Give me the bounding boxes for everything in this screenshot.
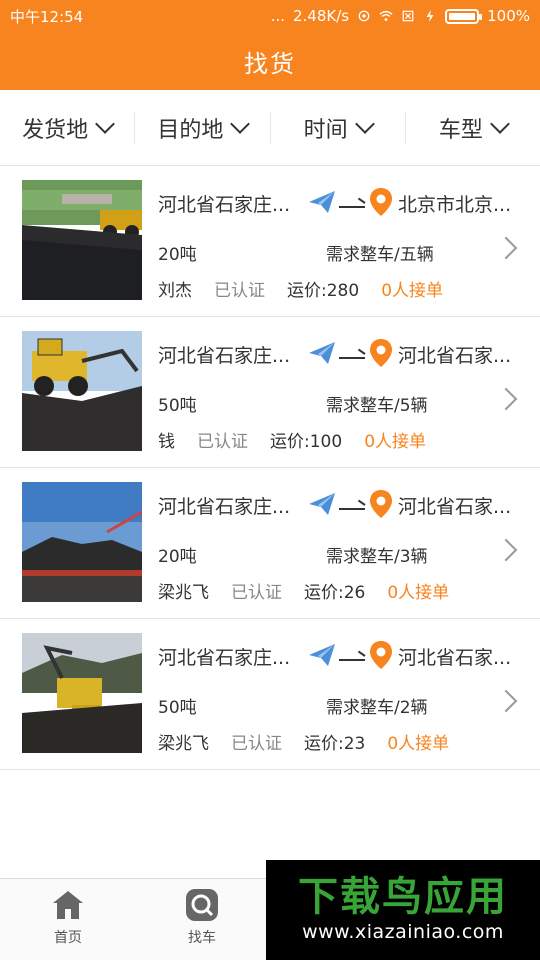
paper-plane-icon bbox=[309, 493, 335, 515]
location-pin-icon bbox=[370, 641, 392, 669]
cargo-weight: 50吨 bbox=[158, 396, 197, 416]
alarm-icon bbox=[358, 10, 370, 22]
watermark-logo: 下载鸟应用 www.xiazainiao.com bbox=[266, 860, 540, 960]
cargo-list-item[interactable]: 河北省石家庄... 河北省石家... 20吨 需求整车/3辆 梁兆飞 已认证 运… bbox=[0, 468, 540, 619]
cargo-photo bbox=[22, 331, 142, 451]
destination-address: 北京市北京... bbox=[398, 194, 512, 216]
shipper-name: 钱 bbox=[158, 432, 175, 452]
origin-address: 河北省石家庄... bbox=[158, 647, 291, 669]
verified-badge: 已认证 bbox=[214, 281, 265, 301]
listing-meta: 钱 已认证 运价:100 0人接单 bbox=[158, 427, 426, 452]
destination-address: 河北省石家... bbox=[398, 647, 512, 669]
status-bar: 中午12:54 ... 2.48K/s 100% bbox=[0, 0, 540, 32]
page-header: 找货 bbox=[0, 32, 540, 90]
battery-level: 100% bbox=[487, 7, 530, 25]
listing-meta: 梁兆飞 已认证 运价:26 0人接单 bbox=[158, 578, 449, 603]
home-icon bbox=[53, 891, 83, 919]
filter-vehicle-type-label: 车型 bbox=[438, 117, 483, 143]
paper-plane-icon bbox=[309, 644, 335, 666]
cargo-weight: 20吨 bbox=[158, 245, 197, 265]
vehicle-demand: 需求整车/五辆 bbox=[326, 245, 434, 265]
filter-vehicle-type[interactable]: 车型 bbox=[404, 111, 540, 144]
status-right: ... 2.48K/s 100% bbox=[271, 7, 530, 25]
freight-price: 运价:280 bbox=[287, 281, 360, 301]
destination-address: 河北省石家... bbox=[398, 345, 512, 367]
watermark-url: www.xiazainiao.com bbox=[302, 921, 504, 943]
freight-price: 运价:23 bbox=[304, 734, 366, 754]
watermark-title: 下载鸟应用 bbox=[298, 874, 508, 920]
order-takers: 0人接单 bbox=[381, 281, 444, 301]
destination-address: 河北省石家... bbox=[398, 496, 512, 518]
tab-home-label: 首页 bbox=[54, 930, 82, 946]
freight-price: 运价:26 bbox=[304, 583, 366, 603]
route-arrow-icon bbox=[339, 206, 365, 208]
origin-address: 河北省石家庄... bbox=[158, 496, 291, 518]
origin-address: 河北省石家庄... bbox=[158, 345, 291, 367]
cargo-list-item[interactable]: 河北省石家庄... 河北省石家... 50吨 需求整车/5辆 钱 已认证 运价:… bbox=[0, 317, 540, 468]
shipper-name: 刘杰 bbox=[158, 281, 192, 301]
tab-find-vehicle[interactable]: 找车 bbox=[142, 889, 262, 947]
chevron-down-icon bbox=[354, 113, 375, 134]
chevron-down-icon bbox=[489, 113, 510, 134]
location-pin-icon bbox=[370, 339, 392, 367]
no-sim-icon bbox=[402, 10, 414, 22]
paper-plane-icon bbox=[309, 191, 335, 213]
battery-icon bbox=[445, 8, 483, 24]
filter-destination-label: 目的地 bbox=[157, 117, 224, 143]
order-takers: 0人接单 bbox=[387, 583, 450, 603]
verified-badge: 已认证 bbox=[197, 432, 248, 452]
vehicle-demand: 需求整车/3辆 bbox=[326, 547, 428, 567]
location-pin-icon bbox=[370, 188, 392, 216]
chevron-right-icon bbox=[494, 689, 518, 713]
listing-meta: 梁兆飞 已认证 运价:23 0人接单 bbox=[158, 729, 449, 754]
shipper-name: 梁兆飞 bbox=[158, 583, 209, 603]
cargo-photo bbox=[22, 180, 142, 300]
network-speed: 2.48K/s bbox=[293, 7, 350, 25]
filter-origin-label: 发货地 bbox=[22, 117, 89, 143]
tab-find-vehicle-label: 找车 bbox=[188, 930, 216, 946]
vehicle-demand: 需求整车/5辆 bbox=[326, 396, 428, 416]
chevron-right-icon bbox=[494, 538, 518, 562]
cargo-photo bbox=[22, 633, 142, 753]
search-icon bbox=[186, 889, 218, 921]
cargo-weight: 50吨 bbox=[158, 698, 197, 718]
order-takers: 0人接单 bbox=[364, 432, 427, 452]
freight-price: 运价:100 bbox=[270, 432, 343, 452]
chevron-right-icon bbox=[494, 236, 518, 260]
cargo-list: 河北省石家庄... 北京市北京... 20吨 需求整车/五辆 刘杰 已认证 运价… bbox=[0, 166, 540, 770]
status-time: 中午12:54 bbox=[10, 7, 84, 26]
verified-badge: 已认证 bbox=[231, 583, 282, 603]
chevron-down-icon bbox=[230, 113, 251, 134]
route-arrow-icon bbox=[339, 357, 365, 359]
chevron-right-icon bbox=[494, 387, 518, 411]
vehicle-demand: 需求整车/2辆 bbox=[326, 698, 428, 718]
paper-plane-icon bbox=[309, 342, 335, 364]
filter-time-label: 时间 bbox=[303, 117, 348, 143]
cargo-list-item[interactable]: 河北省石家庄... 河北省石家... 50吨 需求整车/2辆 梁兆飞 已认证 运… bbox=[0, 619, 540, 770]
status-dots: ... bbox=[270, 7, 285, 25]
cargo-photo bbox=[22, 482, 142, 602]
filter-destination[interactable]: 目的地 bbox=[134, 111, 269, 144]
order-takers: 0人接单 bbox=[387, 734, 450, 754]
filter-bar: 发货地 目的地 时间 车型 bbox=[0, 90, 540, 166]
charging-icon bbox=[426, 10, 434, 22]
listing-meta: 刘杰 已认证 运价:280 0人接单 bbox=[158, 276, 443, 301]
filter-time[interactable]: 时间 bbox=[269, 111, 405, 144]
location-pin-icon bbox=[370, 490, 392, 518]
verified-badge: 已认证 bbox=[231, 734, 282, 754]
cargo-list-item[interactable]: 河北省石家庄... 北京市北京... 20吨 需求整车/五辆 刘杰 已认证 运价… bbox=[0, 166, 540, 317]
route-arrow-icon bbox=[339, 508, 365, 510]
page-title: 找货 bbox=[244, 49, 296, 78]
tab-home[interactable]: 首页 bbox=[8, 889, 128, 947]
origin-address: 河北省石家庄... bbox=[158, 194, 291, 216]
cargo-weight: 20吨 bbox=[158, 547, 197, 567]
filter-origin[interactable]: 发货地 bbox=[0, 112, 134, 144]
shipper-name: 梁兆飞 bbox=[158, 734, 209, 754]
chevron-down-icon bbox=[95, 113, 116, 134]
wifi-icon bbox=[379, 10, 393, 21]
route-arrow-icon bbox=[339, 659, 365, 661]
